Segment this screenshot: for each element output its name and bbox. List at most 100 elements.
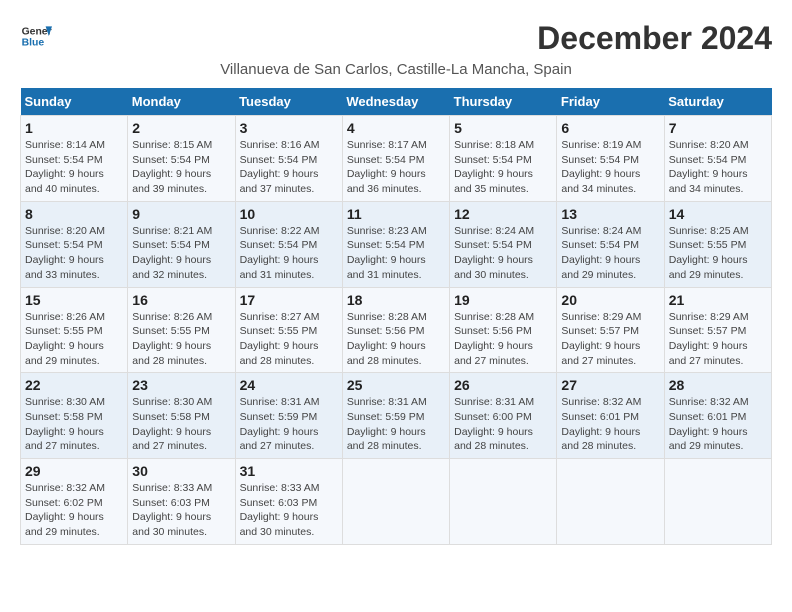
calendar-cell: 21 Sunrise: 8:29 AM Sunset: 5:57 PM Dayli…: [664, 287, 771, 373]
calendar-cell: 20 Sunrise: 8:29 AM Sunset: 5:57 PM Dayli…: [557, 287, 664, 373]
day-number: 20: [561, 292, 659, 308]
day-detail: Sunrise: 8:20 AM Sunset: 5:54 PM Dayligh…: [25, 224, 123, 283]
day-number: 26: [454, 377, 552, 393]
col-sunday: Sunday: [21, 88, 128, 116]
day-number: 18: [347, 292, 445, 308]
day-number: 21: [669, 292, 767, 308]
day-detail: Sunrise: 8:23 AM Sunset: 5:54 PM Dayligh…: [347, 224, 445, 283]
day-number: 9: [132, 206, 230, 222]
col-monday: Monday: [128, 88, 235, 116]
day-detail: Sunrise: 8:28 AM Sunset: 5:56 PM Dayligh…: [347, 310, 445, 369]
day-number: 8: [25, 206, 123, 222]
day-detail: Sunrise: 8:26 AM Sunset: 5:55 PM Dayligh…: [132, 310, 230, 369]
header: General Blue December 2024: [20, 20, 772, 57]
day-number: 24: [240, 377, 338, 393]
day-number: 5: [454, 120, 552, 136]
day-detail: Sunrise: 8:28 AM Sunset: 5:56 PM Dayligh…: [454, 310, 552, 369]
calendar-cell: 24 Sunrise: 8:31 AM Sunset: 5:59 PM Dayli…: [235, 373, 342, 459]
day-detail: Sunrise: 8:33 AM Sunset: 6:03 PM Dayligh…: [240, 481, 338, 540]
day-number: 13: [561, 206, 659, 222]
calendar-cell: 31 Sunrise: 8:33 AM Sunset: 6:03 PM Dayli…: [235, 459, 342, 545]
day-detail: Sunrise: 8:33 AM Sunset: 6:03 PM Dayligh…: [132, 481, 230, 540]
calendar-cell: 14 Sunrise: 8:25 AM Sunset: 5:55 PM Dayli…: [664, 201, 771, 287]
calendar-cell: 25Sunrise: 8:31 AM Sunset: 5:59 PM Dayli…: [342, 373, 449, 459]
day-number: 12: [454, 206, 552, 222]
calendar-cell: 6 Sunrise: 8:19 AM Sunset: 5:54 PM Daylig…: [557, 116, 664, 202]
day-number: 23: [132, 377, 230, 393]
day-detail: Sunrise: 8:29 AM Sunset: 5:57 PM Dayligh…: [669, 310, 767, 369]
day-detail: Sunrise: 8:22 AM Sunset: 5:54 PM Dayligh…: [240, 224, 338, 283]
day-detail: Sunrise: 8:17 AM Sunset: 5:54 PM Dayligh…: [347, 138, 445, 197]
calendar-cell: [450, 459, 557, 545]
col-friday: Friday: [557, 88, 664, 116]
week-row-3: 15 Sunrise: 8:26 AM Sunset: 5:55 PM Dayli…: [21, 287, 772, 373]
day-detail: Sunrise: 8:19 AM Sunset: 5:54 PM Dayligh…: [561, 138, 659, 197]
day-detail: Sunrise: 8:21 AM Sunset: 5:54 PM Dayligh…: [132, 224, 230, 283]
day-detail: Sunrise: 8:30 AM Sunset: 5:58 PM Dayligh…: [25, 395, 123, 454]
day-number: 31: [240, 463, 338, 479]
svg-text:Blue: Blue: [22, 38, 45, 49]
day-detail: Sunrise: 8:18 AM Sunset: 5:54 PM Dayligh…: [454, 138, 552, 197]
day-detail: Sunrise: 8:31 AM Sunset: 6:00 PM Dayligh…: [454, 395, 552, 454]
day-number: 22: [25, 377, 123, 393]
day-detail: Sunrise: 8:27 AM Sunset: 5:55 PM Dayligh…: [240, 310, 338, 369]
day-number: 11: [347, 206, 445, 222]
day-number: 29: [25, 463, 123, 479]
page-container: General Blue December 2024 Villanueva de…: [20, 20, 772, 545]
day-number: 15: [25, 292, 123, 308]
calendar-cell: 15 Sunrise: 8:26 AM Sunset: 5:55 PM Dayli…: [21, 287, 128, 373]
calendar-cell: 17Sunrise: 8:27 AM Sunset: 5:55 PM Dayli…: [235, 287, 342, 373]
calendar-cell: 28 Sunrise: 8:32 AM Sunset: 6:01 PM Dayli…: [664, 373, 771, 459]
calendar-cell: [342, 459, 449, 545]
calendar-table: Sunday Monday Tuesday Wednesday Thursday…: [20, 88, 772, 545]
col-tuesday: Tuesday: [235, 88, 342, 116]
calendar-cell: 29 Sunrise: 8:32 AM Sunset: 6:02 PM Dayli…: [21, 459, 128, 545]
day-detail: Sunrise: 8:25 AM Sunset: 5:55 PM Dayligh…: [669, 224, 767, 283]
day-detail: Sunrise: 8:32 AM Sunset: 6:01 PM Dayligh…: [669, 395, 767, 454]
calendar-cell: 10Sunrise: 8:22 AM Sunset: 5:54 PM Dayli…: [235, 201, 342, 287]
day-detail: Sunrise: 8:24 AM Sunset: 5:54 PM Dayligh…: [454, 224, 552, 283]
calendar-cell: 18 Sunrise: 8:28 AM Sunset: 5:56 PM Dayli…: [342, 287, 449, 373]
week-row-2: 8 Sunrise: 8:20 AM Sunset: 5:54 PM Daylig…: [21, 201, 772, 287]
day-detail: Sunrise: 8:30 AM Sunset: 5:58 PM Dayligh…: [132, 395, 230, 454]
day-number: 4: [347, 120, 445, 136]
calendar-cell: 27Sunrise: 8:32 AM Sunset: 6:01 PM Dayli…: [557, 373, 664, 459]
calendar-cell: 13Sunrise: 8:24 AM Sunset: 5:54 PM Dayli…: [557, 201, 664, 287]
day-number: 3: [240, 120, 338, 136]
calendar-cell: 8 Sunrise: 8:20 AM Sunset: 5:54 PM Daylig…: [21, 201, 128, 287]
day-detail: Sunrise: 8:29 AM Sunset: 5:57 PM Dayligh…: [561, 310, 659, 369]
day-number: 6: [561, 120, 659, 136]
calendar-cell: 30 Sunrise: 8:33 AM Sunset: 6:03 PM Dayli…: [128, 459, 235, 545]
day-detail: Sunrise: 8:20 AM Sunset: 5:54 PM Dayligh…: [669, 138, 767, 197]
calendar-cell: 7 Sunrise: 8:20 AM Sunset: 5:54 PM Daylig…: [664, 116, 771, 202]
day-detail: Sunrise: 8:32 AM Sunset: 6:02 PM Dayligh…: [25, 481, 123, 540]
calendar-cell: 26 Sunrise: 8:31 AM Sunset: 6:00 PM Dayli…: [450, 373, 557, 459]
logo-icon: General Blue: [20, 20, 52, 52]
page-subtitle: Villanueva de San Carlos, Castille-La Ma…: [20, 61, 772, 78]
week-row-4: 22 Sunrise: 8:30 AM Sunset: 5:58 PM Dayli…: [21, 373, 772, 459]
day-detail: Sunrise: 8:16 AM Sunset: 5:54 PM Dayligh…: [240, 138, 338, 197]
day-number: 28: [669, 377, 767, 393]
day-number: 14: [669, 206, 767, 222]
calendar-cell: 16 Sunrise: 8:26 AM Sunset: 5:55 PM Dayli…: [128, 287, 235, 373]
calendar-cell: 2Sunrise: 8:15 AM Sunset: 5:54 PM Daylig…: [128, 116, 235, 202]
calendar-cell: 5 Sunrise: 8:18 AM Sunset: 5:54 PM Daylig…: [450, 116, 557, 202]
col-saturday: Saturday: [664, 88, 771, 116]
calendar-cell: 12 Sunrise: 8:24 AM Sunset: 5:54 PM Dayli…: [450, 201, 557, 287]
calendar-cell: 19 Sunrise: 8:28 AM Sunset: 5:56 PM Dayli…: [450, 287, 557, 373]
logo: General Blue: [20, 20, 52, 52]
day-detail: Sunrise: 8:31 AM Sunset: 5:59 PM Dayligh…: [240, 395, 338, 454]
page-title: December 2024: [537, 20, 772, 57]
day-number: 27: [561, 377, 659, 393]
day-number: 19: [454, 292, 552, 308]
day-number: 7: [669, 120, 767, 136]
day-detail: Sunrise: 8:26 AM Sunset: 5:55 PM Dayligh…: [25, 310, 123, 369]
day-number: 30: [132, 463, 230, 479]
calendar-cell: 11 Sunrise: 8:23 AM Sunset: 5:54 PM Dayli…: [342, 201, 449, 287]
header-row: Sunday Monday Tuesday Wednesday Thursday…: [21, 88, 772, 116]
day-number: 25: [347, 377, 445, 393]
week-row-5: 29 Sunrise: 8:32 AM Sunset: 6:02 PM Dayli…: [21, 459, 772, 545]
calendar-cell: [664, 459, 771, 545]
day-number: 16: [132, 292, 230, 308]
calendar-cell: 4 Sunrise: 8:17 AM Sunset: 5:54 PM Daylig…: [342, 116, 449, 202]
